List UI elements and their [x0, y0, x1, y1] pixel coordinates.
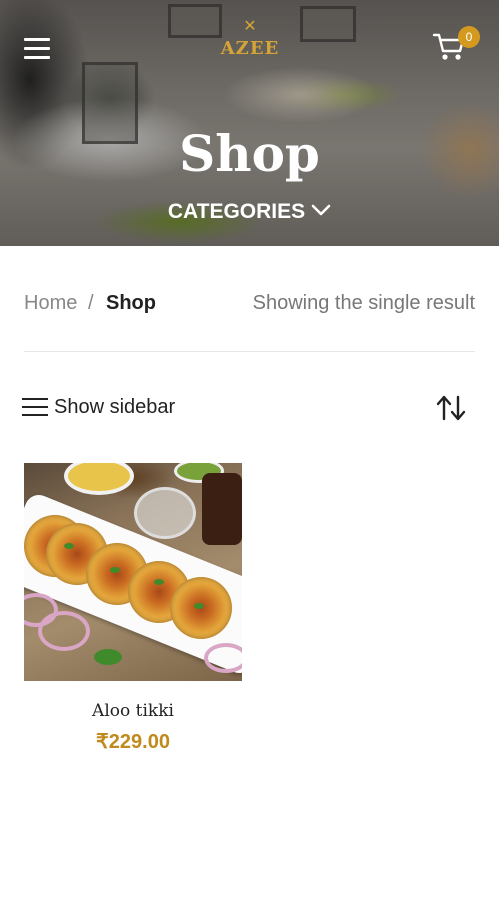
- sort-button[interactable]: [434, 393, 468, 423]
- breadcrumb: Home / Shop Showing the single result: [24, 288, 475, 318]
- product-price: ₹229.00: [96, 731, 170, 753]
- logo-mark-icon: ✕: [243, 16, 257, 35]
- show-sidebar-label: Show sidebar: [54, 396, 176, 418]
- sauce-bottle: [202, 473, 242, 545]
- page-title: Shop: [179, 124, 320, 183]
- product-image[interactable]: [24, 463, 242, 681]
- garnish-leaf: [94, 649, 122, 665]
- categories-label: CATEGORIES: [167, 200, 306, 223]
- garnish-leaf: [154, 579, 164, 585]
- chevron-down-icon: [311, 205, 331, 216]
- divider: [24, 351, 475, 352]
- garnish-leaf: [194, 603, 204, 609]
- breadcrumb-home-link[interactable]: Home: [24, 288, 77, 318]
- sort-arrows-icon: [436, 395, 466, 421]
- page-header: ✕ AZEE 0 Shop CATEGORIES: [0, 0, 499, 246]
- product-card[interactable]: Aloo tikki ₹229.00: [24, 463, 242, 754]
- list-icon: [22, 398, 48, 416]
- cart-button[interactable]: 0: [432, 26, 482, 66]
- garnish-leaf: [110, 567, 120, 573]
- chutney-bowl: [64, 463, 134, 495]
- menu-icon[interactable]: [24, 38, 50, 60]
- product-name[interactable]: Aloo tikki: [24, 701, 242, 721]
- glass-jar: [134, 487, 196, 539]
- onion-ring: [38, 611, 90, 651]
- site-logo[interactable]: ✕ AZEE: [210, 18, 290, 70]
- categories-dropdown[interactable]: CATEGORIES: [0, 198, 499, 226]
- logo-text: AZEE: [220, 38, 280, 59]
- onion-ring: [204, 643, 242, 673]
- breadcrumb-current: Shop: [106, 292, 156, 314]
- result-count: Showing the single result: [252, 292, 475, 314]
- breadcrumb-separator: /: [88, 292, 94, 314]
- garnish-leaf: [64, 543, 74, 549]
- cart-count-badge: 0: [458, 26, 480, 48]
